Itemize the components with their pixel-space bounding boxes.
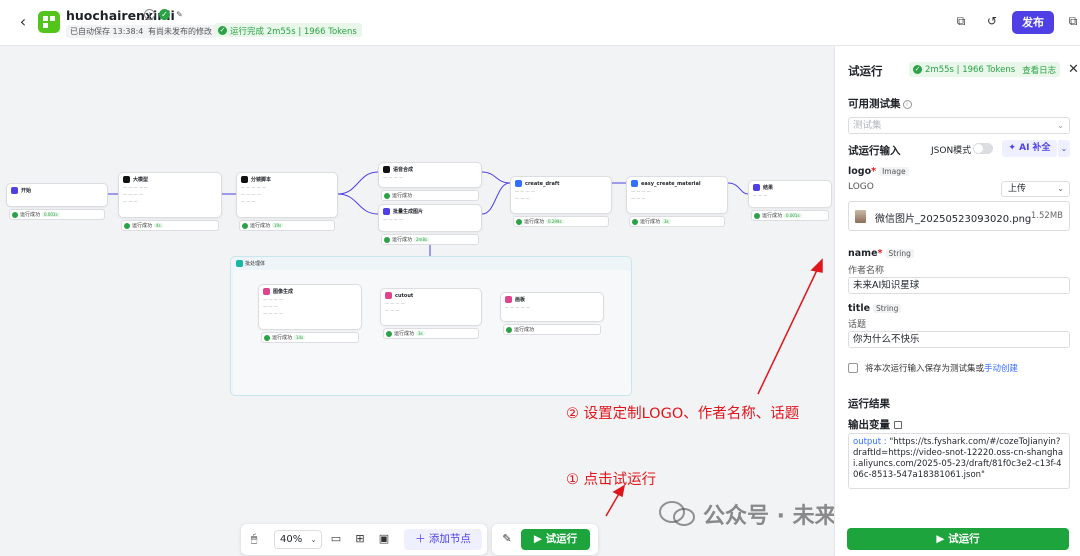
manual-create-link[interactable]: 手动创建 xyxy=(984,364,1018,374)
minimap-icon[interactable]: ▣ xyxy=(377,532,391,546)
wechat-icon xyxy=(659,501,695,526)
chevron-down-icon[interactable]: ⌄ xyxy=(1057,140,1070,157)
panel-title: 试运行 xyxy=(848,64,883,78)
panel-run-status: ✓ 2m55s | 1966 Tokens 查看日志 xyxy=(909,62,1061,77)
unpublished-badge: 有尚未发布的修改 xyxy=(144,25,216,38)
input-label: 试运行输入 xyxy=(848,145,901,157)
type-tag: String xyxy=(873,304,902,313)
info-icon[interactable]: i xyxy=(144,9,155,20)
testset-label: 可用测试集 i xyxy=(848,96,912,111)
testset-placeholder: 测试集 xyxy=(853,120,882,131)
title-field-name: title String xyxy=(848,303,902,314)
more-icon[interactable]: ⧉ xyxy=(1066,14,1080,28)
file-name: 微信图片_20250523093020.png xyxy=(875,214,1032,225)
upload-label: 上传 xyxy=(1008,184,1027,194)
name-field-name: name* String xyxy=(848,248,914,259)
output-label: 输出变量 xyxy=(848,417,902,432)
chevron-down-icon: ⌄ xyxy=(1057,121,1064,130)
panel-run-label: 试运行 xyxy=(948,533,980,545)
test-run-label: 试运行 xyxy=(545,533,578,545)
test-run-button[interactable]: ▶ 试运行 xyxy=(521,529,590,550)
add-node-label: 添加节点 xyxy=(428,533,471,545)
logo-field-desc: LOGO xyxy=(848,182,874,192)
edit-icon[interactable]: ✎ xyxy=(174,9,185,20)
test-run-panel: 试运行 ✓ 2m55s | 1966 Tokens 查看日志 ✕ 可用测试集 i … xyxy=(834,46,1080,556)
json-mode-toggle[interactable] xyxy=(973,143,993,154)
mouse-mode-icon[interactable]: 🖱 xyxy=(247,532,261,546)
testset-select[interactable]: 测试集 ⌄ xyxy=(848,117,1070,134)
publish-button[interactable]: 发布 xyxy=(1012,11,1054,34)
check-icon: ✓ xyxy=(913,65,922,74)
history-icon[interactable]: ↺ xyxy=(985,14,999,28)
zoom-value: 40% xyxy=(280,534,303,545)
name-input[interactable]: 未来AI知识星球 xyxy=(848,277,1070,294)
panel-status-text: 2m55s | 1966 Tokens xyxy=(925,64,1016,75)
debug-icon[interactable]: ✎ xyxy=(500,532,514,546)
logo-field-name: logo* Image xyxy=(848,166,909,177)
output-key: output : xyxy=(853,437,887,447)
info-icon[interactable]: i xyxy=(902,99,912,109)
save-testset-text: 将本次运行输入保存为测试集或手动创建 xyxy=(865,364,1019,374)
comment-icon[interactable]: ▭ xyxy=(329,532,343,546)
uploaded-file[interactable]: 微信图片_20250523093020.png 1.52MB xyxy=(848,201,1070,231)
copy-icon[interactable] xyxy=(894,421,902,429)
annotation-arrows xyxy=(605,258,823,517)
chevron-down-icon: ⌄ xyxy=(1057,184,1064,193)
annotation-step2: ② 设置定制LOGO、作者名称、话题 xyxy=(566,406,800,422)
bottom-toolbar: 🖱 40% ⌄ ▭ ⊞ ▣ ＋ 添加节点 xyxy=(241,524,487,555)
type-tag: Image xyxy=(879,167,909,176)
layout-grid-icon[interactable]: ⊞ xyxy=(353,532,367,546)
add-node-button[interactable]: ＋ 添加节点 xyxy=(404,529,482,550)
view-log-link[interactable]: 查看日志 xyxy=(1022,64,1056,76)
back-arrow-icon[interactable]: ‹ xyxy=(14,13,32,31)
file-thumbnail xyxy=(855,210,866,223)
file-size: 1.52MB xyxy=(1030,211,1063,221)
run-status-text: 运行完成 2m55s | 1966 Tokens xyxy=(230,26,357,37)
output-value-box[interactable]: output : "https://ts.fyshark.com/#/cozeT… xyxy=(848,433,1070,489)
check-icon: ✓ xyxy=(218,26,227,35)
title-input[interactable]: 你为什么不快乐 xyxy=(848,331,1070,348)
save-testset-checkbox[interactable] xyxy=(848,363,858,373)
title-field-desc: 话题 xyxy=(848,320,867,330)
copy-workflow-icon[interactable]: ⧉ xyxy=(954,14,968,28)
name-field-desc: 作者名称 xyxy=(848,266,885,276)
close-icon[interactable]: ✕ xyxy=(1068,62,1079,77)
workflow-canvas[interactable]: 开始 运行成功 0.001s 大模型 — — — — — — — — — — — — … xyxy=(0,46,834,556)
result-label: 运行结果 xyxy=(848,398,890,410)
verified-icon: ✓ xyxy=(159,9,170,20)
type-tag: String xyxy=(885,249,914,258)
ai-fill-button[interactable]: ✦ AI 补全 xyxy=(1002,140,1057,157)
panel-run-button[interactable]: ▶ 试运行 xyxy=(847,528,1069,550)
annotation-step1: ① 点击试运行 xyxy=(566,472,657,488)
app-logo xyxy=(38,11,60,33)
upload-select[interactable]: 上传 ⌄ xyxy=(1001,181,1070,197)
top-bar: ‹ huochairenxinli i ✓ ✎ 已自动保存 13:38:46 有… xyxy=(0,0,1080,46)
run-status-badge: ✓ 运行完成 2m55s | 1966 Tokens xyxy=(214,23,362,37)
ai-fill-label: AI 补全 xyxy=(1019,143,1051,153)
autosave-status: 已自动保存 13:38:46 xyxy=(66,25,153,38)
run-toolbar: ✎ ▶ 试运行 xyxy=(492,524,598,555)
zoom-select[interactable]: 40% ⌄ xyxy=(274,530,322,549)
json-mode-label: JSON模式 xyxy=(931,146,972,156)
chevron-down-icon: ⌄ xyxy=(310,535,317,544)
